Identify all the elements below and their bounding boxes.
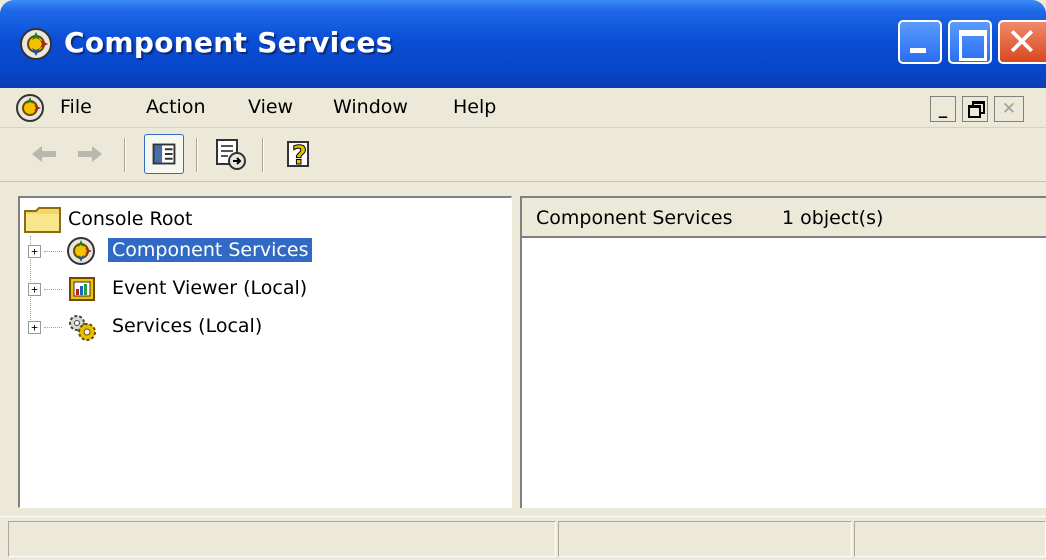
menu-help[interactable]: Help (453, 96, 496, 118)
window-title: Component Services (64, 26, 393, 59)
maximize-button[interactable] (948, 20, 992, 64)
svg-text:?: ? (292, 141, 307, 171)
menu-window[interactable]: Window (333, 96, 408, 118)
event-viewer-icon (69, 277, 95, 301)
tree-root-label: Console Root (68, 208, 193, 230)
menu-file[interactable]: File (60, 96, 92, 118)
export-list-icon[interactable] (210, 134, 250, 174)
component-services-icon[interactable] (14, 92, 46, 124)
mdi-restore-button[interactable] (962, 96, 988, 122)
toolbar: ? (0, 128, 1046, 182)
component-services-icon (67, 237, 95, 265)
close-icon: ✕ (1006, 20, 1038, 64)
tree-line (44, 251, 62, 252)
tree-node-label[interactable]: Component Services (108, 238, 313, 262)
tree-line (44, 327, 62, 328)
console-tree-pane[interactable]: Console Root + Component Services + Even… (18, 196, 512, 508)
details-title: Component Services (536, 207, 733, 229)
back-arrow-icon[interactable] (24, 134, 64, 174)
expand-toggle[interactable]: + (28, 283, 41, 296)
folder-icon (24, 207, 61, 233)
toolbar-separator (124, 138, 126, 172)
mdi-close-button[interactable]: ✕ (994, 96, 1024, 122)
forward-arrow-icon[interactable] (70, 134, 110, 174)
component-services-icon (20, 28, 52, 60)
status-bar (0, 516, 1046, 560)
menu-action[interactable]: Action (146, 96, 206, 118)
tree-node-label[interactable]: Event Viewer (Local) (108, 276, 311, 300)
menu-view[interactable]: View (248, 96, 293, 118)
details-pane[interactable]: Component Services 1 object(s) (520, 196, 1046, 508)
restore-icon (968, 100, 985, 118)
tree-node-component-services[interactable]: + Component Services (24, 234, 504, 268)
status-panel (854, 521, 1046, 557)
expand-toggle[interactable]: + (28, 245, 41, 258)
details-header: Component Services 1 object(s) (522, 198, 1046, 238)
status-panel (558, 521, 852, 557)
tree-node-event-viewer[interactable]: + Event Viewer (Local) (24, 272, 504, 306)
menu-bar: File Action View Window Help _ ✕ (0, 88, 1046, 128)
tree-node-services[interactable]: + Services (Local) (24, 310, 504, 344)
toolbar-separator (262, 138, 264, 172)
services-gears-icon (69, 315, 96, 341)
object-count: 1 object(s) (782, 207, 884, 229)
tree-node-label[interactable]: Services (Local) (108, 314, 266, 338)
help-icon[interactable]: ? (280, 134, 320, 174)
close-button[interactable]: ✕ (998, 20, 1046, 64)
minimize-button[interactable] (898, 20, 942, 64)
title-bar[interactable]: Component Services ✕ (0, 0, 1046, 88)
toolbar-separator (196, 138, 198, 172)
show-hide-console-tree-icon[interactable] (144, 134, 184, 174)
tree-line (44, 289, 62, 290)
mdi-minimize-button[interactable]: _ (930, 96, 956, 122)
status-panel (8, 521, 556, 557)
expand-toggle[interactable]: + (28, 321, 41, 334)
